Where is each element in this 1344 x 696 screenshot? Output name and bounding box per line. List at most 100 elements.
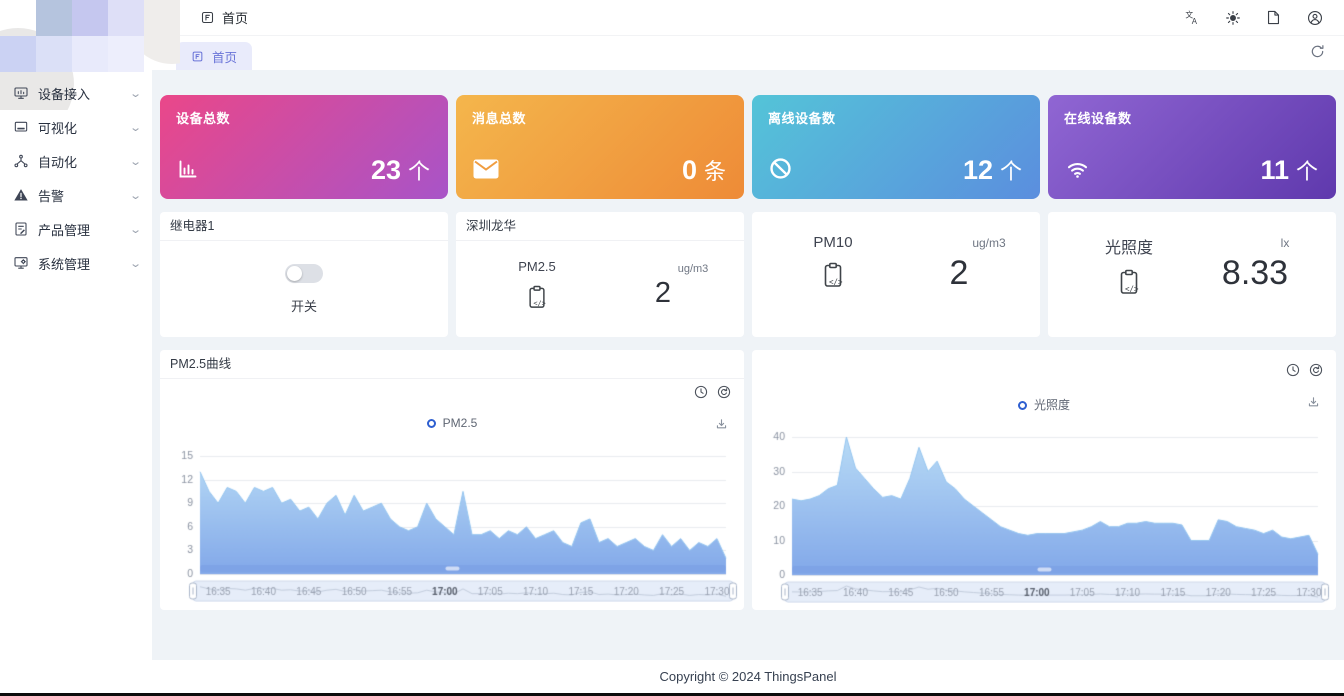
stat-card-total-messages: 消息总数 0条 [456, 95, 744, 199]
device-data-icon: </> [526, 284, 548, 316]
metric-unit: lx [1280, 236, 1290, 250]
mosaic-tile [108, 0, 144, 36]
mosaic-tile [36, 0, 72, 36]
legend-marker [1017, 401, 1027, 410]
mosaic-tile [108, 36, 144, 72]
top-header: 首页 文A [152, 0, 1344, 36]
sidebar-item-device-access[interactable]: 设备接入 ⌄ [0, 76, 152, 110]
chevron-down-icon: ⌄ [128, 257, 142, 270]
mosaic-tile [0, 36, 36, 72]
stat-value: 11 [1260, 155, 1289, 185]
metric-unit: ug/m3 [972, 236, 1006, 250]
svg-text:</>: </> [533, 300, 545, 308]
clock-icon[interactable] [693, 384, 709, 405]
automation-icon [14, 154, 28, 168]
stat-value: 0 [681, 155, 697, 185]
pin-icon [192, 51, 203, 61]
sidebar-item-alarm[interactable]: 告警 ⌄ [0, 178, 152, 212]
layout-icon [201, 11, 214, 24]
device-access-icon [14, 87, 28, 99]
dashboard-grid: 设备总数 23 个 消息总数 0条 离线设备数 12 个 在线设备数 11 个 … [160, 95, 1336, 610]
legend-illuminance[interactable]: 光照度 [752, 396, 1336, 413]
sidebar-item-automation[interactable]: 自动化 ⌄ [0, 144, 152, 178]
stat-card-offline-devices: 离线设备数 12 个 [752, 95, 1040, 199]
svg-text:</>: </> [1125, 285, 1139, 294]
sidebar-item-visualization[interactable]: 可视化 ⌄ [0, 110, 152, 144]
clock-icon[interactable] [1285, 362, 1301, 383]
chevron-down-icon: ⌄ [128, 223, 142, 236]
visualization-icon [14, 121, 28, 132]
mosaic-tile [72, 36, 108, 72]
bar-chart-icon [176, 157, 200, 186]
sidebar-item-system-management[interactable]: 系统管理 ⌄ [0, 246, 152, 280]
breadcrumb[interactable]: 首页 [200, 8, 248, 27]
stat-unit: 个 [1295, 159, 1318, 184]
pm25-area-chart[interactable] [166, 446, 738, 602]
metric-unit: ug/m3 [677, 263, 709, 275]
app-window: 设备接入 ⌄ 可视化 ⌄ 自动化 ⌄ 告警 ⌄ 产品管理 ⌄ 系统管理 ⌄ 首页… [0, 0, 1344, 693]
metric-label: PM2.5 [518, 259, 556, 274]
tab-bar: 首页 [152, 36, 1344, 70]
chevron-down-icon: ⌄ [128, 87, 142, 100]
sidebar-item-label: 系统管理 [38, 256, 91, 272]
toggle-label: 开关 [290, 298, 317, 314]
sidebar-item-label: 自动化 [38, 154, 78, 170]
chevron-down-icon: ⌄ [128, 189, 142, 202]
user-icon[interactable] [1306, 9, 1324, 27]
tab-home[interactable]: 首页 [176, 42, 253, 70]
chevron-down-icon: ⌄ [128, 121, 142, 134]
sidebar-item-label: 设备接入 [38, 86, 91, 102]
pm10-card: PM10 </> ug/m3 2 [752, 212, 1040, 337]
stat-unit: 个 [999, 159, 1022, 184]
ban-icon [768, 156, 793, 186]
refresh-icon[interactable] [1309, 43, 1326, 65]
system-management-icon [14, 257, 28, 269]
stat-title: 离线设备数 [768, 111, 836, 126]
breadcrumb-label: 首页 [222, 11, 249, 26]
metric-value: 2 [654, 277, 672, 309]
metric-value: 2 [949, 254, 969, 292]
stat-title: 在线设备数 [1064, 111, 1132, 126]
chevron-down-icon: ⌄ [128, 155, 142, 168]
sidebar-item-label: 产品管理 [38, 222, 91, 238]
sidebar-menu: 设备接入 ⌄ 可视化 ⌄ 自动化 ⌄ 告警 ⌄ 产品管理 ⌄ 系统管理 ⌄ [0, 76, 152, 280]
mosaic-tile [36, 36, 72, 72]
tab-label: 首页 [212, 50, 238, 65]
stat-title: 设备总数 [176, 111, 231, 126]
legend-label: 光照度 [1033, 398, 1070, 412]
illuminance-area-chart[interactable] [758, 427, 1330, 603]
mail-icon [472, 157, 500, 186]
toggle-knob [287, 265, 302, 281]
stat-title: 消息总数 [472, 111, 527, 126]
stat-unit: 条 [703, 159, 726, 184]
metric-label: 光照度 [1104, 240, 1153, 257]
sun-icon[interactable] [1225, 10, 1241, 26]
translate-icon[interactable]: 文A [1184, 9, 1201, 26]
shenzhen-longhua-card: 深圳龙华 PM2.5 </> ug/m3 2 [456, 212, 744, 337]
card-title: 继电器1 [160, 212, 448, 241]
sidebar-item-product-management[interactable]: 产品管理 ⌄ [0, 212, 152, 246]
sidebar-item-label: 告警 [38, 188, 65, 204]
dashboard-content: 设备总数 23 个 消息总数 0条 离线设备数 12 个 在线设备数 11 个 … [152, 70, 1344, 660]
alarm-icon [14, 189, 28, 201]
relay-toggle[interactable] [285, 263, 323, 283]
wifi-icon [1064, 157, 1091, 186]
product-management-icon [15, 222, 27, 236]
legend-label: PM2.5 [442, 416, 478, 430]
illuminance-card: 光照度 </> lx 8.33 [1048, 212, 1336, 337]
theme-icon[interactable] [1265, 9, 1282, 26]
relay-card: 继电器1 开关 [160, 212, 448, 337]
refresh-circle-icon[interactable] [716, 384, 732, 405]
device-data-icon: </> [821, 261, 845, 295]
sidebar-item-label: 可视化 [38, 120, 78, 136]
legend-pm25[interactable]: PM2.5 [160, 416, 744, 430]
illuminance-chart-card: 光照度 [752, 350, 1336, 610]
stat-card-online-devices: 在线设备数 11 个 [1048, 95, 1336, 199]
main-column: 首页 文A 首页 设备总数 23 个 消息总数 0 条 离线设备数 12 个 在… [152, 0, 1344, 693]
stat-card-total-devices: 设备总数 23 个 [160, 95, 448, 199]
refresh-circle-icon[interactable] [1308, 362, 1324, 383]
stat-value: 23 [370, 155, 401, 185]
metric-label: PM10 [813, 234, 853, 251]
metric-value: 8.33 [1221, 254, 1289, 292]
legend-marker [426, 419, 436, 428]
